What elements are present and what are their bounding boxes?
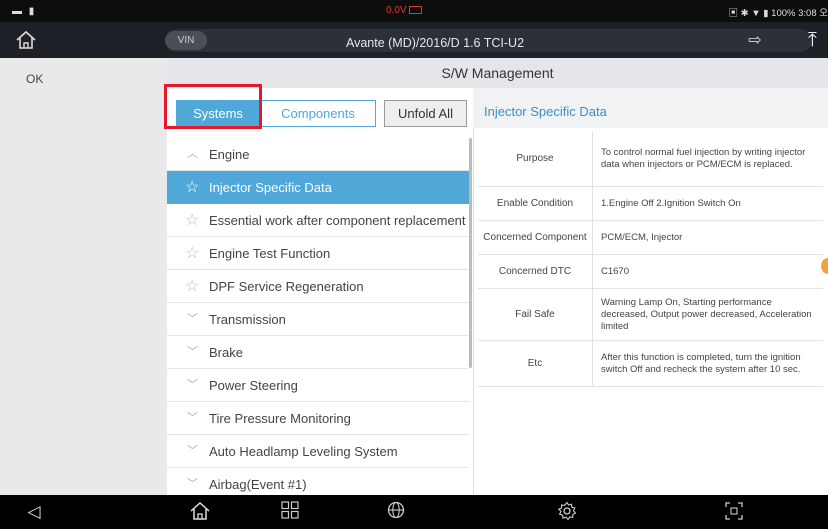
list-item-essential-work[interactable]: ☆ Essential work after component replace… <box>167 204 469 237</box>
list-item-label: Transmission <box>209 312 286 327</box>
chevron-down-icon: ﹀ <box>187 478 198 490</box>
upload-icon[interactable]: ⤒ <box>808 29 828 52</box>
battery-icon <box>408 6 422 14</box>
list-scrollbar[interactable] <box>469 138 472 368</box>
navigation-bar: ◁ <box>0 495 828 529</box>
orange-indicator[interactable] <box>821 258 828 274</box>
chevron-down-icon: ﹀ <box>187 379 198 391</box>
row-key: Enable Condition <box>478 187 593 220</box>
list-category-transmission[interactable]: ﹀ Transmission <box>167 303 469 336</box>
list-category-engine[interactable]: ︿ Engine <box>167 138 469 171</box>
star-icon[interactable]: ☆ <box>185 171 201 204</box>
row-key: Etc <box>478 341 593 386</box>
battery-voltage: 0.0V <box>386 5 422 16</box>
table-row: Fail Safe Warning Lamp On, Starting perf… <box>478 289 823 341</box>
home-icon[interactable] <box>14 29 38 51</box>
row-value: Warning Lamp On, Starting performance de… <box>601 296 812 332</box>
table-row: Concerned DTC C1670 <box>478 255 823 289</box>
page-title: S/W Management <box>167 58 828 88</box>
vehicle-header: VIN Avante (MD)/2016/D 1.6 TCI-U2 ⇨ ⤒ <box>0 22 828 58</box>
row-key: Concerned DTC <box>478 255 593 288</box>
list-category-brake[interactable]: ﹀ Brake <box>167 336 469 369</box>
list-item-label: Power Steering <box>209 378 298 393</box>
list-item-engine-test-function[interactable]: ☆ Engine Test Function <box>167 237 469 270</box>
star-icon[interactable]: ☆ <box>185 237 201 270</box>
list-category-airbag[interactable]: ﹀ Airbag(Event #1) <box>167 468 469 495</box>
status-left-icons: ▬ ▮ <box>12 6 37 17</box>
star-icon[interactable]: ☆ <box>185 204 201 237</box>
back-icon[interactable]: ◁ <box>22 501 46 523</box>
table-row: Enable Condition 1.Engine Off 2.Ignition… <box>478 187 823 221</box>
chevron-down-icon: ﹀ <box>187 412 198 424</box>
list-item-label: Auto Headlamp Leveling System <box>209 444 398 459</box>
detail-title: Injector Specific Data <box>484 104 607 119</box>
chevron-up-icon: ︿ <box>187 148 198 160</box>
status-bar: ▬ ▮ 0.0V ▣ ✱ ▼ ▮ 100% 3:08 오 <box>0 0 828 22</box>
table-row: Purpose To control normal fuel injection… <box>478 131 823 187</box>
settings-icon[interactable] <box>555 501 579 523</box>
globe-icon[interactable] <box>384 501 408 523</box>
list-item-label: Airbag(Event #1) <box>209 477 307 492</box>
list-item-label: Essential work after component replaceme… <box>209 213 466 228</box>
system-list: ︿ Engine ☆ Injector Specific Data ☆ Esse… <box>167 138 473 495</box>
list-item-injector-specific-data[interactable]: ☆ Injector Specific Data <box>167 171 469 204</box>
row-key: Purpose <box>478 131 593 186</box>
list-category-power-steering[interactable]: ﹀ Power Steering <box>167 369 469 402</box>
chevron-down-icon: ﹀ <box>187 313 198 325</box>
left-side-column: OK <box>0 58 167 495</box>
table-row: Concerned Component PCM/ECM, Injector <box>478 221 823 255</box>
list-item-label: Brake <box>209 345 243 360</box>
list-item-label: Engine <box>209 147 250 162</box>
tab-systems[interactable]: Systems <box>176 100 260 127</box>
chevron-down-icon: ﹀ <box>187 346 198 358</box>
screenshot-icon[interactable] <box>722 501 746 523</box>
list-item-label: Injector Specific Data <box>209 180 332 195</box>
row-value: C1670 <box>601 265 629 277</box>
list-item-label: Engine Test Function <box>209 246 331 261</box>
forward-arrow-icon[interactable]: ⇨ <box>740 31 770 50</box>
row-value: After this function is completed, turn t… <box>601 351 801 375</box>
list-item-dpf-service-regeneration[interactable]: ☆ DPF Service Regeneration <box>167 270 469 303</box>
home-icon[interactable] <box>188 501 212 523</box>
list-category-auto-headlamp[interactable]: ﹀ Auto Headlamp Leveling System <box>167 435 469 468</box>
ok-button[interactable]: OK <box>26 72 43 86</box>
row-key: Concerned Component <box>478 221 593 254</box>
list-category-tire-pressure[interactable]: ﹀ Tire Pressure Monitoring <box>167 402 469 435</box>
row-value: PCM/ECM, Injector <box>601 231 683 243</box>
vehicle-title: Avante (MD)/2016/D 1.6 TCI-U2 <box>345 36 525 50</box>
grid-icon[interactable] <box>278 501 302 523</box>
row-key: Fail Safe <box>478 289 593 340</box>
list-item-label: DPF Service Regeneration <box>209 279 364 294</box>
table-row: Etc After this function is completed, tu… <box>478 341 823 387</box>
unfold-all-button[interactable]: Unfold All <box>384 100 467 127</box>
row-value: 1.Engine Off 2.Ignition Switch On <box>601 197 741 209</box>
row-value: To control normal fuel injection by writ… <box>601 146 806 170</box>
chevron-down-icon: ﹀ <box>187 445 198 457</box>
list-item-label: Tire Pressure Monitoring <box>209 411 351 426</box>
tab-components[interactable]: Components <box>260 100 376 127</box>
star-icon[interactable]: ☆ <box>185 270 201 303</box>
status-right: ▣ ✱ ▼ ▮ 100% 3:08 오 <box>728 8 828 19</box>
